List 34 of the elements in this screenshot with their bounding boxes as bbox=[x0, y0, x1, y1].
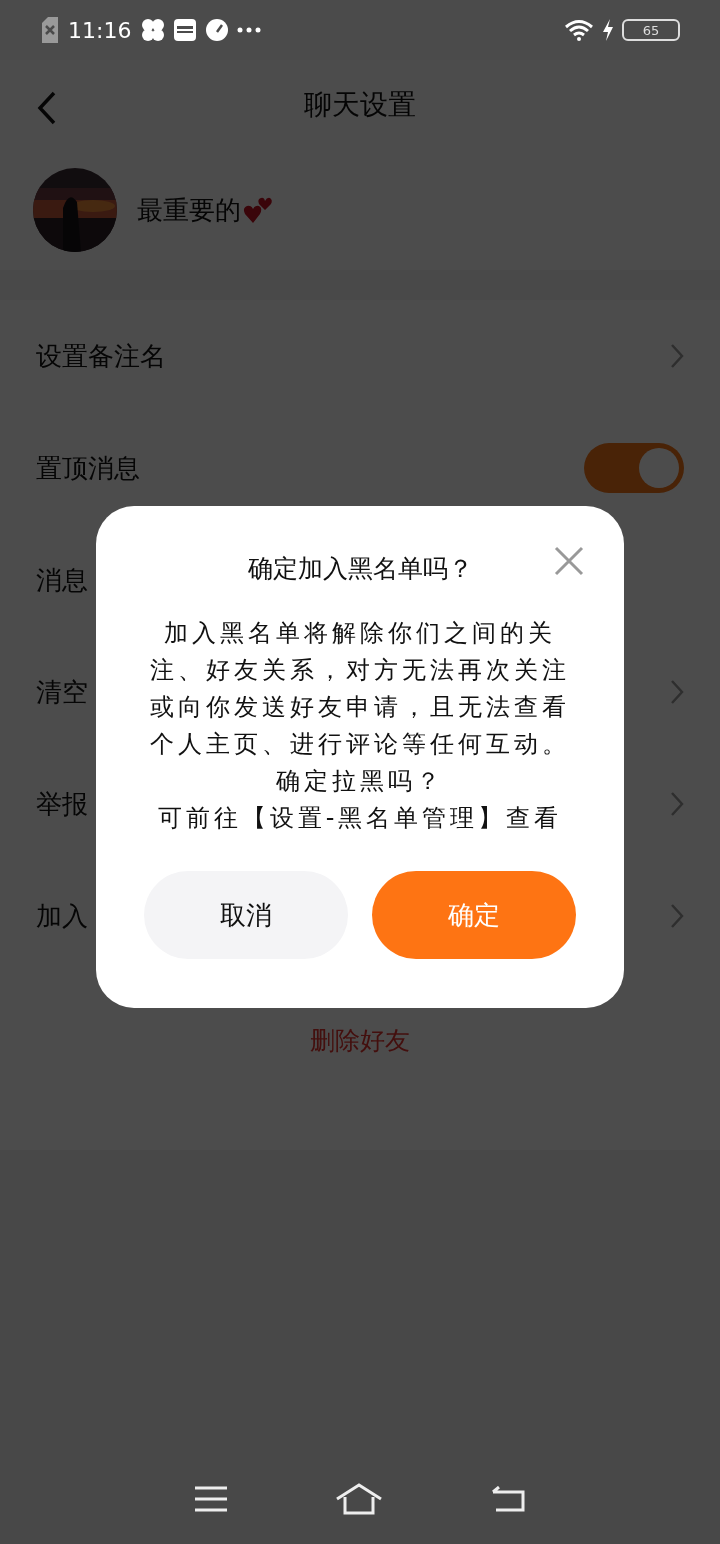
gauge-icon bbox=[205, 18, 230, 42]
chevron-right-icon bbox=[670, 903, 684, 929]
page-title: 聊天设置 bbox=[304, 87, 416, 123]
dialog-message: 确定拉黑吗？ bbox=[275, 766, 445, 797]
setting-label: 置顶消息 bbox=[36, 451, 140, 485]
contact-name: 最重要的 bbox=[137, 193, 241, 227]
back-nav-icon[interactable] bbox=[490, 1486, 527, 1512]
pinwheel-icon bbox=[141, 18, 166, 42]
setting-label: 加入 bbox=[36, 899, 88, 933]
bolt-icon bbox=[602, 19, 614, 41]
dialog-title: 确定加入黑名单吗？ bbox=[247, 553, 473, 585]
setting-label: 设置备注名 bbox=[36, 339, 166, 373]
dialog-message: 加入黑名单将解除你们之间的关注、好友关系，对方无法再次关注或向你发送好友申请，且无法查看个人主页、进行评论等任何互动。 bbox=[149, 618, 571, 760]
setting-label: 清空 bbox=[36, 675, 88, 709]
delete-friend-button[interactable]: 删除好友 bbox=[304, 1020, 416, 1061]
wifi-icon bbox=[564, 19, 594, 41]
toggle-switch[interactable] bbox=[584, 443, 684, 493]
home-icon[interactable] bbox=[335, 1483, 383, 1515]
cancel-button[interactable]: 取消 bbox=[144, 871, 348, 959]
chevron-right-icon bbox=[670, 679, 684, 705]
sim-card-icon bbox=[40, 17, 60, 43]
menu-icon[interactable] bbox=[193, 1486, 228, 1512]
chevron-right-icon bbox=[670, 343, 684, 369]
status-time: 11:16 bbox=[68, 17, 132, 43]
card-icon bbox=[173, 18, 198, 42]
chevron-right-icon bbox=[670, 791, 684, 817]
confirm-button[interactable]: 确定 bbox=[372, 871, 576, 959]
setting-label: 举报 bbox=[36, 787, 88, 821]
two-hearts-icon bbox=[243, 195, 273, 225]
close-icon[interactable] bbox=[554, 546, 584, 576]
battery-icon: 65 bbox=[622, 19, 680, 41]
more-icon bbox=[237, 27, 262, 33]
dialog-message: 可前往【设置-黑名单管理】查看 bbox=[156, 803, 564, 834]
setting-label: 消息 bbox=[36, 563, 88, 597]
